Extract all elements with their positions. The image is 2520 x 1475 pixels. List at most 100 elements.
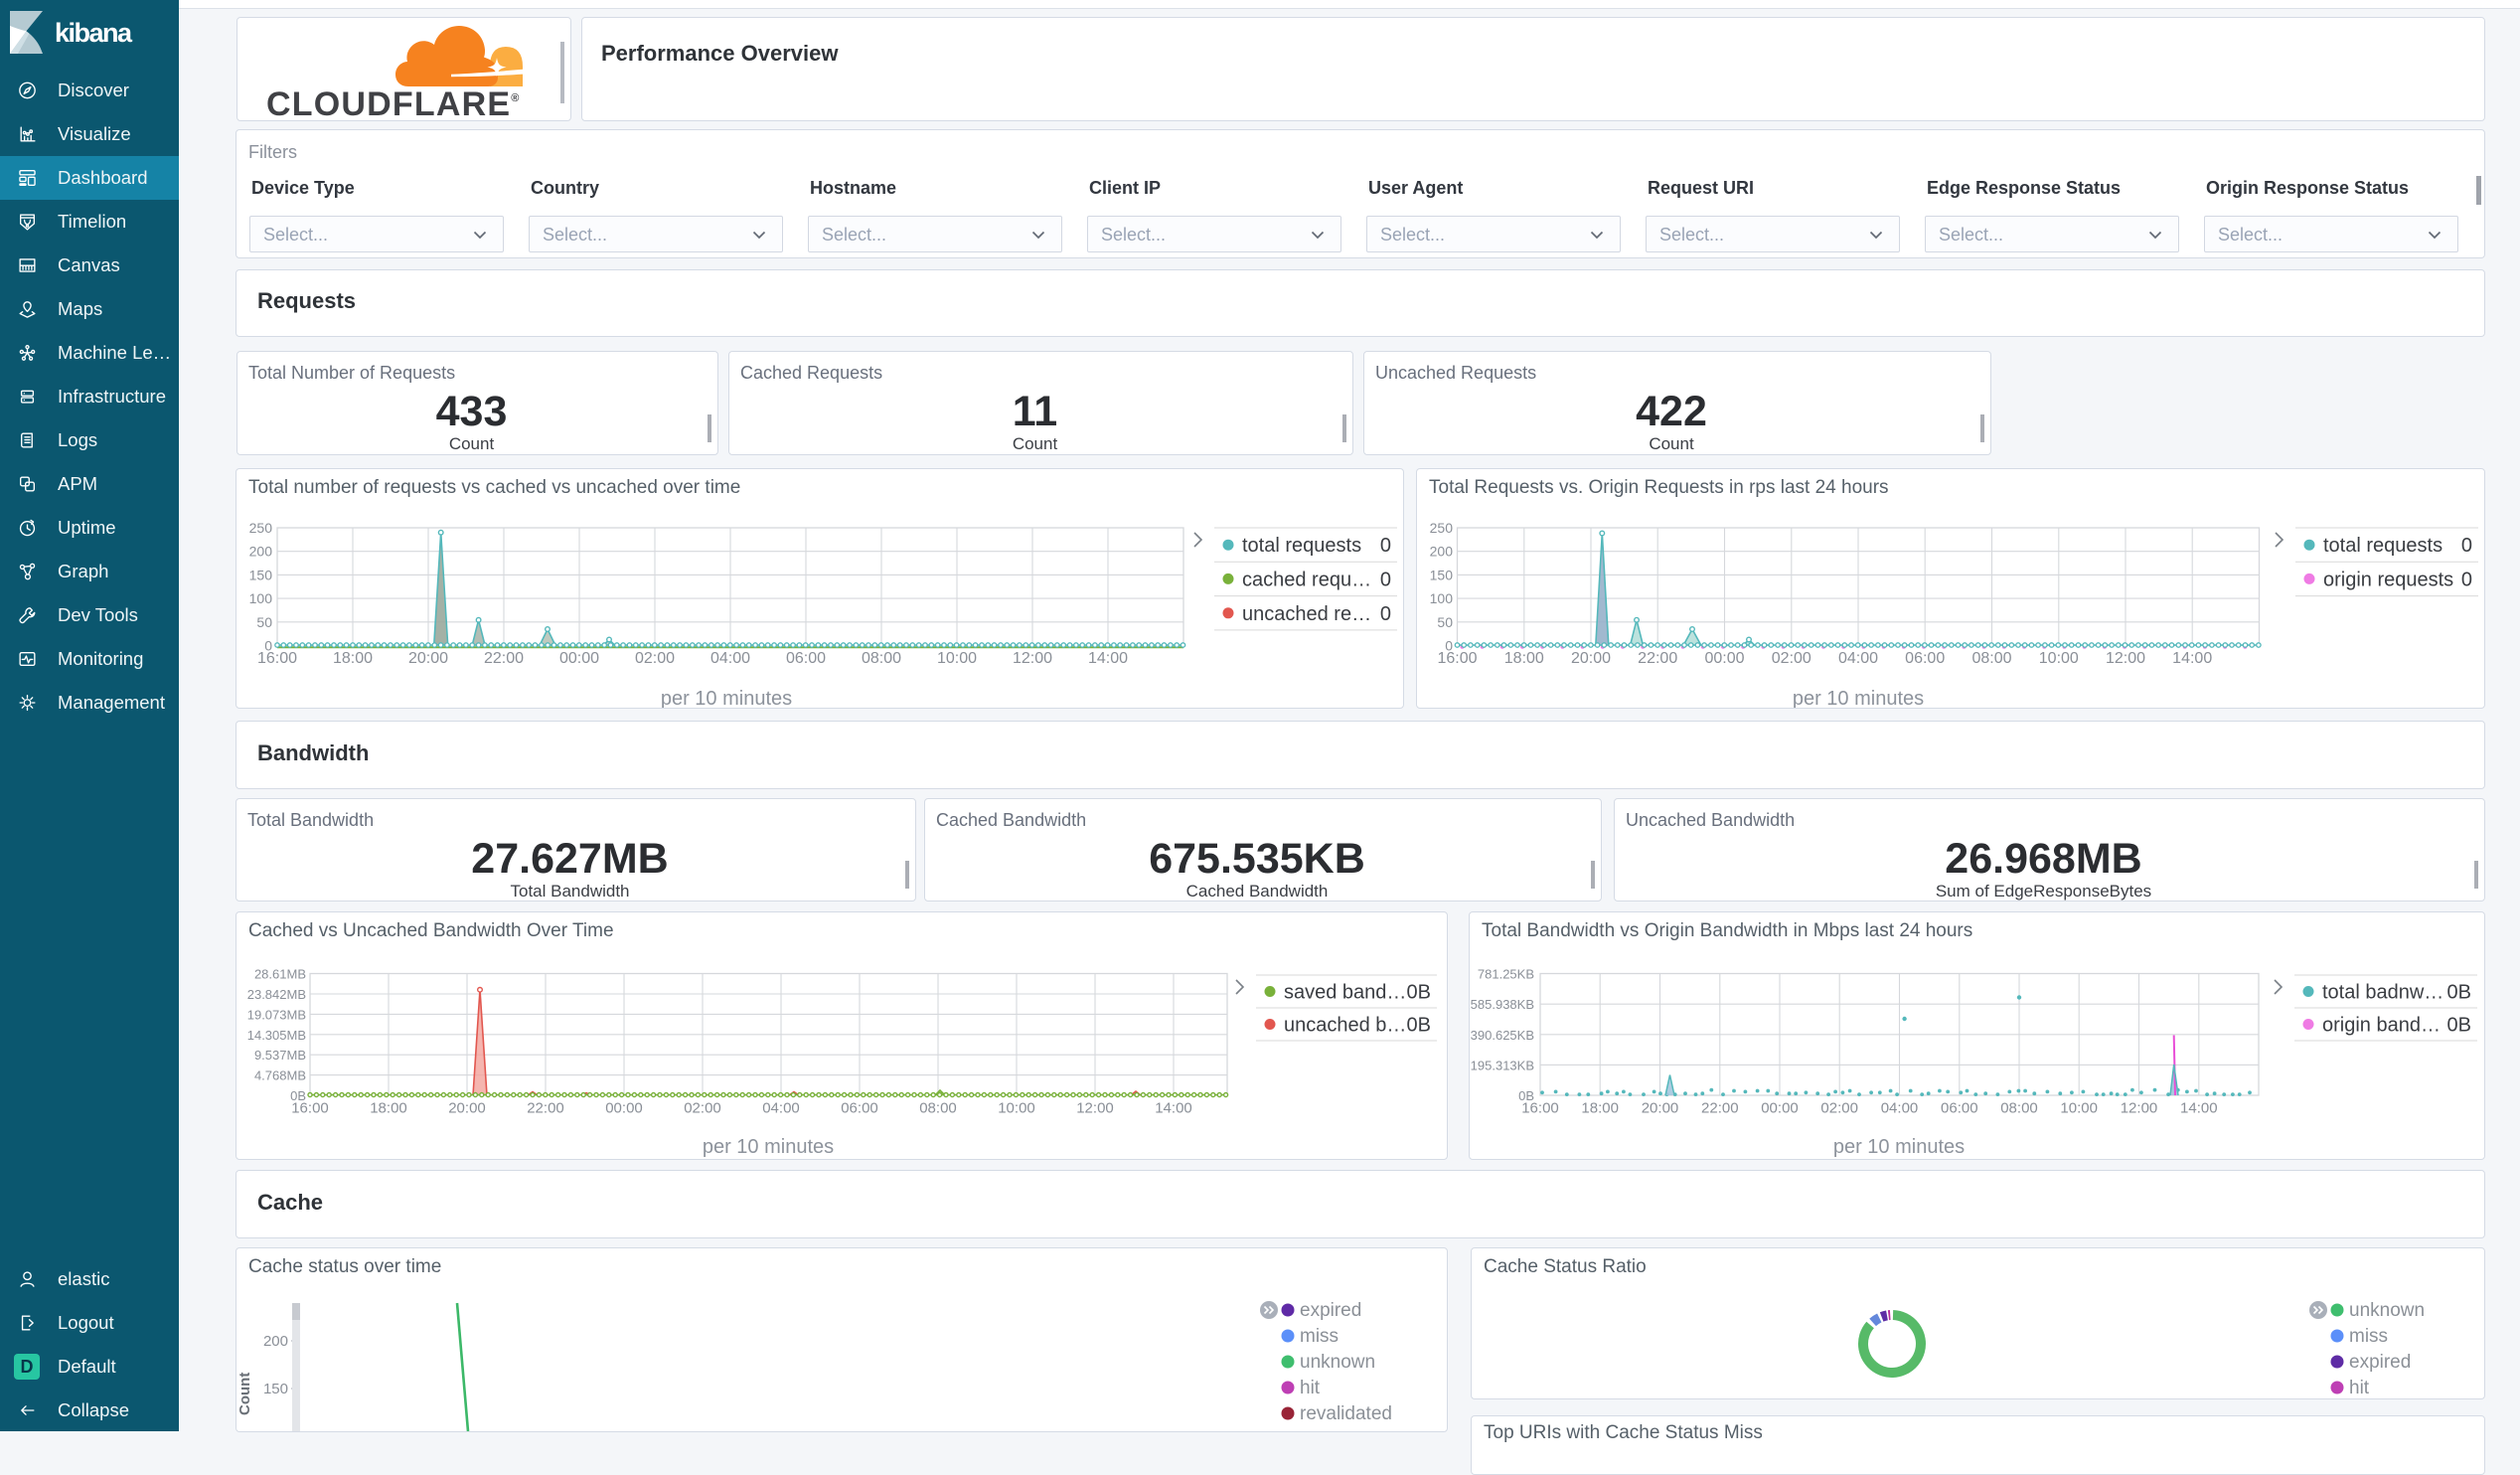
svg-text:miss: miss bbox=[2349, 1326, 2388, 1347]
svg-text:22:00: 22:00 bbox=[1638, 650, 1677, 667]
svg-text:08:00: 08:00 bbox=[919, 1100, 957, 1117]
svg-text:uncached b…: uncached b… bbox=[1284, 1015, 1406, 1037]
svg-text:18:00: 18:00 bbox=[333, 650, 373, 667]
svg-text:150: 150 bbox=[1430, 567, 1454, 582]
svg-text:22:00: 22:00 bbox=[527, 1100, 564, 1117]
svg-text:10:00: 10:00 bbox=[937, 650, 977, 667]
svg-text:18:00: 18:00 bbox=[370, 1100, 407, 1117]
svg-text:unknown: unknown bbox=[1300, 1352, 1375, 1373]
svg-text:150: 150 bbox=[263, 1381, 288, 1397]
svg-text:08:00: 08:00 bbox=[2000, 1100, 2038, 1117]
svg-text:00:00: 00:00 bbox=[605, 1100, 643, 1117]
svg-text:16:00: 16:00 bbox=[1437, 650, 1477, 667]
svg-text:total requests: total requests bbox=[2323, 535, 2442, 557]
svg-text:18:00: 18:00 bbox=[1581, 1100, 1619, 1117]
svg-text:250: 250 bbox=[1430, 520, 1454, 536]
svg-text:781.25KB: 781.25KB bbox=[1478, 967, 1534, 982]
svg-text:19.073MB: 19.073MB bbox=[247, 1007, 306, 1022]
svg-text:total badnw…: total badnw… bbox=[2322, 982, 2443, 1004]
svg-text:06:00: 06:00 bbox=[1905, 650, 1945, 667]
svg-text:14:00: 14:00 bbox=[1155, 1100, 1192, 1117]
svg-text:4.768MB: 4.768MB bbox=[254, 1068, 306, 1083]
svg-text:00:00: 00:00 bbox=[1761, 1100, 1799, 1117]
svg-text:0B: 0B bbox=[1407, 1015, 1431, 1037]
svg-text:0B: 0B bbox=[1518, 1088, 1534, 1103]
svg-text:per 10 minutes: per 10 minutes bbox=[703, 1136, 834, 1158]
svg-text:expired: expired bbox=[2349, 1352, 2411, 1373]
svg-text:per 10 minutes: per 10 minutes bbox=[661, 688, 792, 709]
svg-text:02:00: 02:00 bbox=[635, 650, 675, 667]
svg-text:200: 200 bbox=[1430, 544, 1454, 560]
svg-text:0: 0 bbox=[2461, 535, 2472, 557]
svg-text:origin band…: origin band… bbox=[2322, 1015, 2441, 1037]
svg-text:04:00: 04:00 bbox=[1838, 650, 1878, 667]
svg-text:0: 0 bbox=[1380, 603, 1391, 625]
svg-text:hit: hit bbox=[2349, 1378, 2370, 1398]
svg-text:02:00: 02:00 bbox=[1820, 1100, 1858, 1117]
svg-text:cached requ…: cached requ… bbox=[1242, 569, 1371, 590]
svg-text:14:00: 14:00 bbox=[2180, 1100, 2218, 1117]
svg-text:0B: 0B bbox=[2447, 982, 2471, 1004]
svg-text:195.313KB: 195.313KB bbox=[1471, 1058, 1534, 1072]
svg-text:12:00: 12:00 bbox=[1013, 650, 1052, 667]
svg-text:20:00: 20:00 bbox=[448, 1100, 486, 1117]
svg-text:0: 0 bbox=[1445, 638, 1453, 654]
svg-text:585.938KB: 585.938KB bbox=[1471, 997, 1534, 1012]
svg-text:per 10 minutes: per 10 minutes bbox=[1793, 688, 1924, 709]
svg-text:12:00: 12:00 bbox=[1076, 1100, 1114, 1117]
svg-text:10:00: 10:00 bbox=[2060, 1100, 2098, 1117]
svg-text:miss: miss bbox=[1300, 1326, 1339, 1347]
svg-text:02:00: 02:00 bbox=[1772, 650, 1811, 667]
svg-text:0: 0 bbox=[264, 638, 272, 654]
svg-text:14:00: 14:00 bbox=[2172, 650, 2212, 667]
svg-text:250: 250 bbox=[249, 520, 273, 536]
svg-text:100: 100 bbox=[1430, 590, 1454, 606]
svg-text:04:00: 04:00 bbox=[762, 1100, 800, 1117]
svg-text:150: 150 bbox=[249, 567, 273, 582]
svg-text:06:00: 06:00 bbox=[1941, 1100, 1978, 1117]
svg-text:total requests: total requests bbox=[1242, 535, 1361, 557]
svg-text:22:00: 22:00 bbox=[1701, 1100, 1739, 1117]
svg-text:28.61MB: 28.61MB bbox=[254, 967, 306, 982]
svg-text:9.537MB: 9.537MB bbox=[254, 1048, 306, 1063]
svg-text:50: 50 bbox=[1437, 614, 1453, 630]
svg-text:00:00: 00:00 bbox=[559, 650, 599, 667]
svg-text:00:00: 00:00 bbox=[1704, 650, 1744, 667]
svg-text:expired: expired bbox=[1300, 1300, 1361, 1321]
svg-text:20:00: 20:00 bbox=[1571, 650, 1611, 667]
svg-text:50: 50 bbox=[256, 614, 272, 630]
svg-text:12:00: 12:00 bbox=[2106, 650, 2145, 667]
svg-text:0B: 0B bbox=[2447, 1015, 2471, 1037]
svg-text:12:00: 12:00 bbox=[2121, 1100, 2158, 1117]
svg-text:10:00: 10:00 bbox=[998, 1100, 1035, 1117]
svg-text:0: 0 bbox=[1380, 535, 1391, 557]
svg-text:0: 0 bbox=[1380, 569, 1391, 590]
svg-text:18:00: 18:00 bbox=[1504, 650, 1544, 667]
svg-text:unknown: unknown bbox=[2349, 1300, 2425, 1321]
svg-text:10:00: 10:00 bbox=[2039, 650, 2079, 667]
svg-text:16:00: 16:00 bbox=[257, 650, 297, 667]
svg-text:20:00: 20:00 bbox=[408, 650, 448, 667]
svg-text:100: 100 bbox=[249, 590, 273, 606]
svg-text:04:00: 04:00 bbox=[710, 650, 750, 667]
svg-text:14:00: 14:00 bbox=[1088, 650, 1128, 667]
svg-text:390.625KB: 390.625KB bbox=[1471, 1028, 1534, 1043]
svg-text:22:00: 22:00 bbox=[484, 650, 524, 667]
svg-text:02:00: 02:00 bbox=[684, 1100, 721, 1117]
svg-text:06:00: 06:00 bbox=[786, 650, 826, 667]
svg-text:200: 200 bbox=[249, 544, 273, 560]
svg-text:23.842MB: 23.842MB bbox=[247, 987, 306, 1002]
svg-text:06:00: 06:00 bbox=[841, 1100, 878, 1117]
svg-text:0: 0 bbox=[2461, 569, 2472, 590]
svg-text:origin requests: origin requests bbox=[2323, 569, 2453, 590]
svg-text:Count: Count bbox=[236, 1373, 253, 1415]
svg-text:20:00: 20:00 bbox=[1642, 1100, 1679, 1117]
svg-text:revalidated: revalidated bbox=[1300, 1403, 1392, 1424]
svg-text:0B: 0B bbox=[290, 1088, 306, 1103]
svg-text:14.305MB: 14.305MB bbox=[247, 1028, 306, 1043]
svg-text:hit: hit bbox=[1300, 1378, 1321, 1398]
svg-text:saved band…: saved band… bbox=[1284, 982, 1406, 1004]
svg-text:per 10 minutes: per 10 minutes bbox=[1833, 1136, 1965, 1158]
svg-text:04:00: 04:00 bbox=[1881, 1100, 1919, 1117]
svg-text:08:00: 08:00 bbox=[1971, 650, 2011, 667]
